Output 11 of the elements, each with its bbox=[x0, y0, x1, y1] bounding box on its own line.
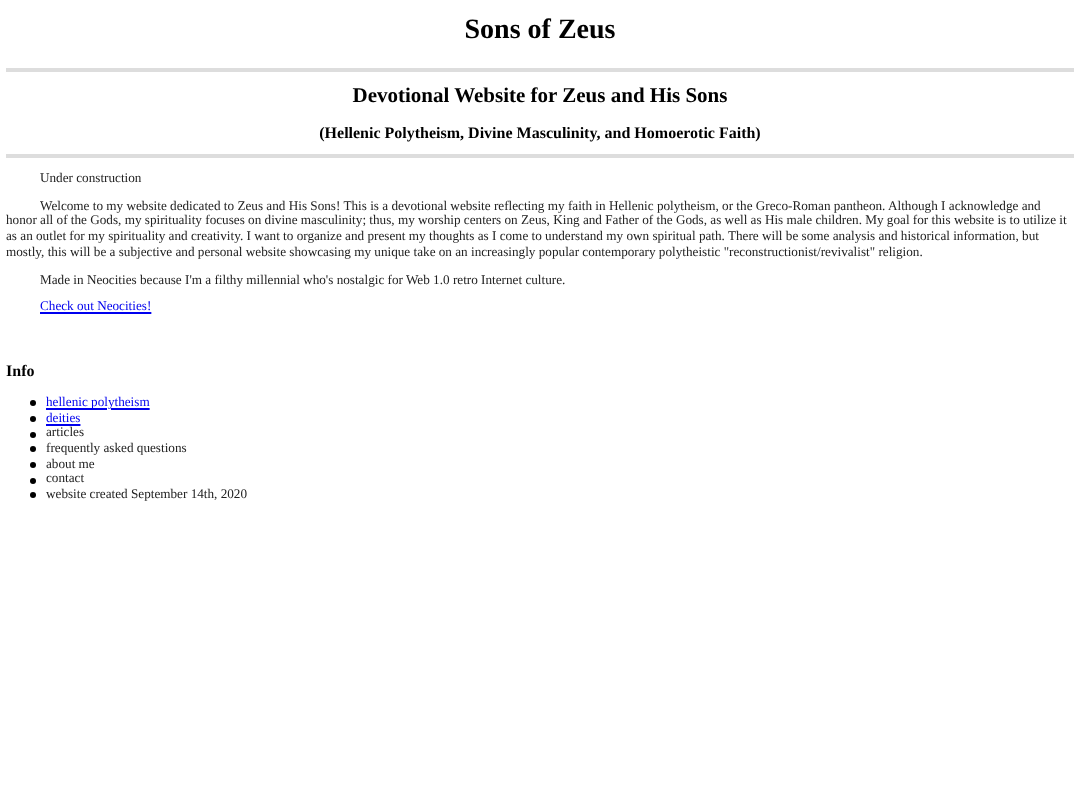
bullet-icon bbox=[30, 431, 36, 438]
site-title: Sons of Zeus bbox=[464, 14, 616, 48]
bullet-icon bbox=[30, 477, 36, 484]
bullet-icon bbox=[30, 415, 36, 422]
site-tagline: (Hellenic Polytheism, Divine Masculinity, and Homoerotic Faith) bbox=[319, 124, 761, 144]
bullet-icon bbox=[30, 400, 36, 407]
info-heading: Info bbox=[6, 361, 35, 382]
bullet-icon bbox=[30, 492, 36, 499]
bullet-icon bbox=[30, 446, 36, 453]
bullet-icon bbox=[30, 462, 36, 469]
site-subtitle: Devotional Website for Zeus and His Sons bbox=[352, 86, 728, 110]
